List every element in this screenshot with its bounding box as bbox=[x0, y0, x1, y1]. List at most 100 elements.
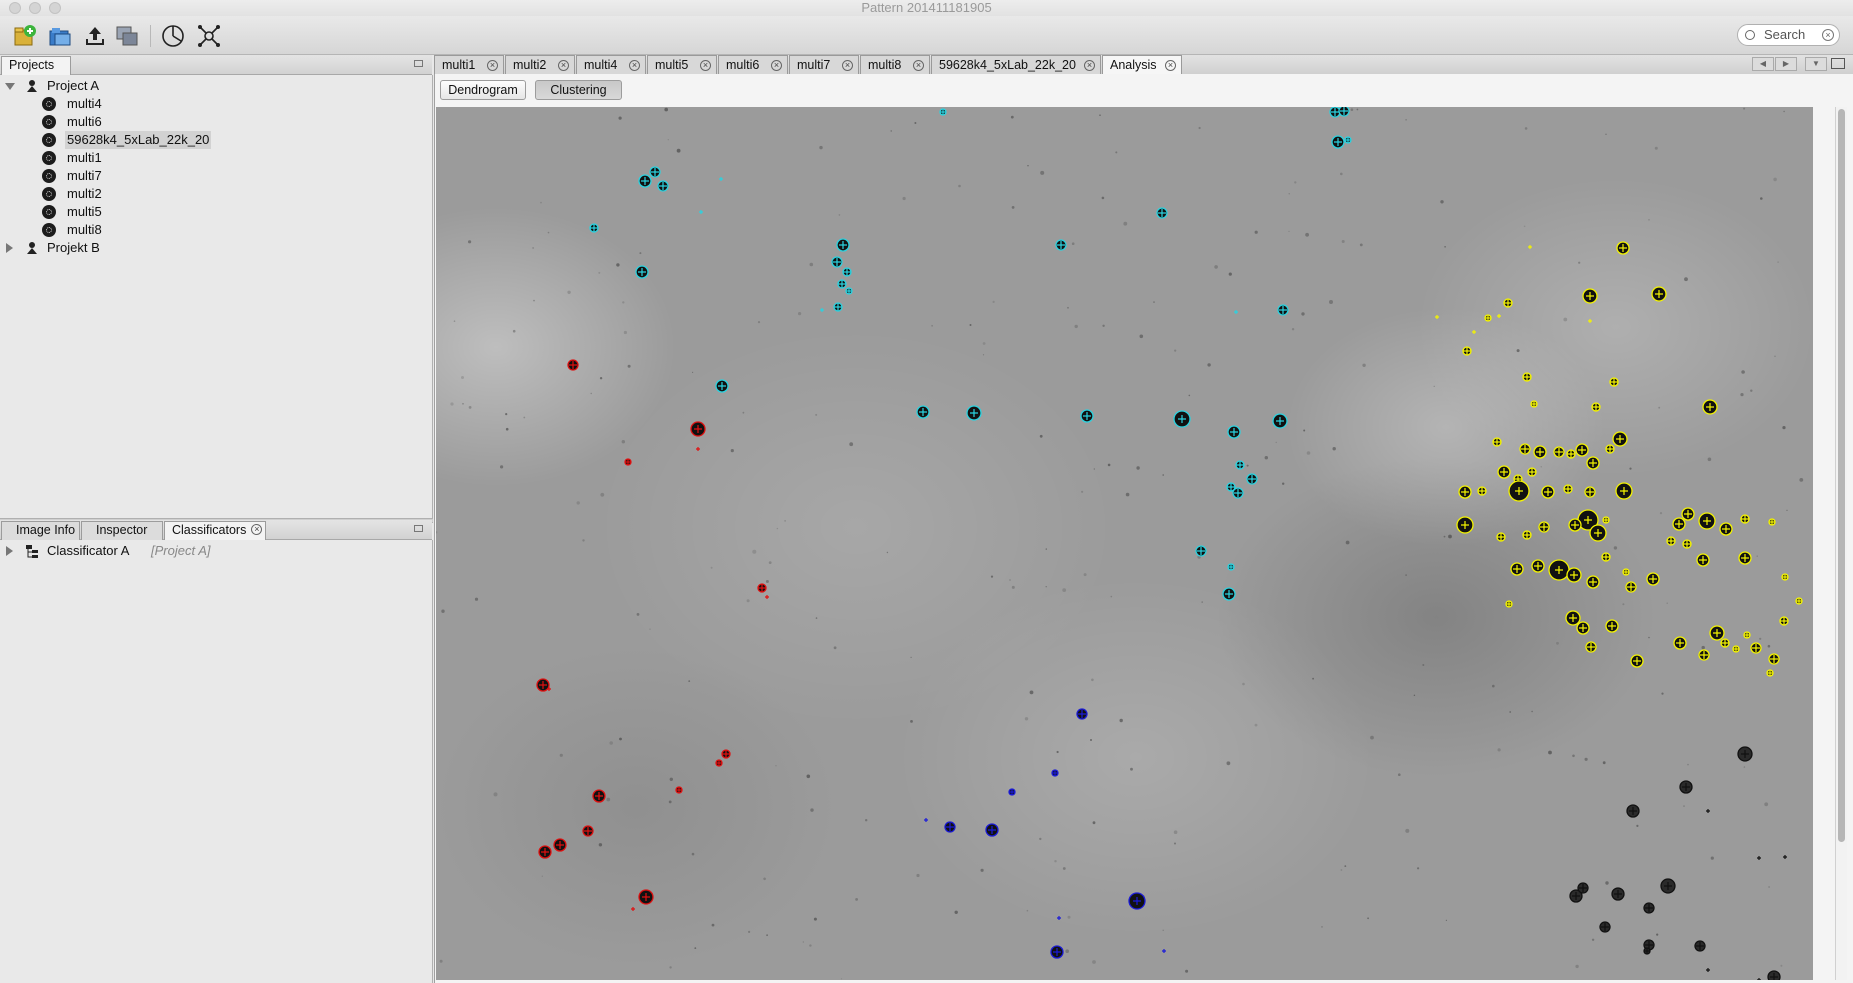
texture-speck bbox=[1226, 761, 1231, 766]
close-icon[interactable]: × bbox=[913, 60, 924, 71]
yellow-cluster-marker bbox=[1563, 484, 1573, 494]
tree-item-image[interactable]: multi2 bbox=[42, 185, 242, 203]
tree-item-image[interactable]: multi6 bbox=[42, 113, 242, 131]
tab-analysis[interactable]: Analysis × bbox=[1102, 55, 1182, 74]
tab-image-info[interactable]: Image Info bbox=[1, 521, 80, 540]
texture-speck bbox=[982, 342, 986, 345]
tab-scroll-right-icon[interactable]: ▶ bbox=[1775, 57, 1797, 71]
tab-image[interactable]: 59628k4_5xLab_22k_20 × bbox=[931, 55, 1101, 74]
tab-label: multi6 bbox=[726, 58, 760, 72]
clear-search-icon[interactable]: × bbox=[1822, 29, 1834, 41]
black-cluster-marker bbox=[1643, 902, 1655, 914]
texture-speck bbox=[598, 843, 603, 847]
texture-speck bbox=[1102, 324, 1105, 327]
yellow-cluster-marker bbox=[1497, 314, 1501, 318]
yellow-cluster-marker bbox=[1588, 319, 1592, 323]
image-bullet-icon bbox=[42, 187, 56, 201]
red-cluster-marker bbox=[624, 458, 632, 466]
close-icon[interactable]: × bbox=[1165, 60, 1176, 71]
texture-speck bbox=[798, 312, 802, 316]
dendrogram-button[interactable]: Dendrogram bbox=[440, 80, 526, 100]
texture-speck bbox=[1344, 865, 1347, 867]
texture-speck bbox=[1201, 601, 1203, 603]
tab-multi6[interactable]: multi6 × bbox=[718, 55, 788, 74]
close-icon[interactable]: × bbox=[771, 60, 782, 71]
texture-speck bbox=[1648, 219, 1650, 221]
tab-multi4[interactable]: multi4 × bbox=[576, 55, 646, 74]
tab-classificators[interactable]: Classificators × bbox=[164, 521, 266, 540]
search-field[interactable]: Search × bbox=[1737, 24, 1840, 46]
tab-projects[interactable]: Projects× bbox=[1, 56, 71, 88]
minimize-panel-icon[interactable] bbox=[414, 60, 423, 67]
maximize-editor-icon[interactable] bbox=[1831, 58, 1845, 69]
tree-item-image[interactable]: multi1 bbox=[42, 149, 242, 167]
close-icon[interactable]: × bbox=[558, 60, 569, 71]
yellow-cluster-marker bbox=[1605, 444, 1615, 454]
texture-speck bbox=[1556, 641, 1559, 645]
texture-speck bbox=[980, 868, 984, 872]
texture-speck bbox=[1405, 119, 1407, 121]
texture-speck bbox=[1509, 711, 1512, 713]
close-icon[interactable]: × bbox=[1084, 60, 1095, 71]
texture-speck bbox=[1083, 573, 1087, 577]
tab-multi2[interactable]: multi2 × bbox=[505, 55, 575, 74]
expanded-arrow-icon[interactable] bbox=[5, 83, 15, 90]
tab-multi1[interactable]: multi1 × bbox=[434, 55, 504, 74]
texture-speck bbox=[1622, 603, 1625, 606]
minimize-window-button[interactable] bbox=[29, 2, 41, 14]
texture-speck bbox=[916, 873, 920, 878]
yellow-cluster-marker bbox=[1698, 512, 1716, 530]
upload-icon[interactable] bbox=[82, 23, 108, 49]
close-icon[interactable]: × bbox=[842, 60, 853, 71]
copy-icon[interactable] bbox=[114, 23, 140, 49]
close-icon[interactable]: × bbox=[487, 60, 498, 71]
zoom-window-button[interactable] bbox=[49, 2, 61, 14]
close-icon[interactable]: × bbox=[251, 524, 263, 536]
tab-multi5[interactable]: multi5 × bbox=[647, 55, 717, 74]
tab-list-dropdown-icon[interactable]: ▼ bbox=[1805, 57, 1827, 71]
tree-item-image[interactable]: multi5 bbox=[42, 203, 242, 221]
tree-item-image[interactable]: multi8 bbox=[42, 221, 242, 239]
texture-speck bbox=[902, 196, 906, 201]
tab-scroll-left-icon[interactable]: ◀ bbox=[1752, 57, 1774, 71]
texture-speck bbox=[1759, 637, 1762, 640]
texture-speck bbox=[636, 613, 640, 616]
tree-item-image[interactable]: multi7 bbox=[42, 167, 242, 185]
texture-speck bbox=[474, 597, 479, 601]
texture-speck bbox=[1198, 126, 1201, 130]
texture-speck bbox=[763, 877, 766, 881]
collapsed-arrow-icon[interactable] bbox=[6, 546, 13, 556]
tab-multi7[interactable]: multi7 × bbox=[789, 55, 859, 74]
new-project-icon[interactable] bbox=[11, 23, 37, 49]
red-cluster-marker bbox=[538, 845, 552, 859]
texture-speck bbox=[505, 413, 508, 416]
texture-speck bbox=[1207, 363, 1211, 367]
yellow-cluster-marker bbox=[1601, 552, 1611, 562]
tree-item-image[interactable]: multi4 bbox=[42, 95, 242, 113]
tree-item-image-selected[interactable]: 59628k4_5xLab_22k_20 bbox=[42, 131, 242, 149]
pie-chart-icon[interactable] bbox=[160, 23, 186, 49]
close-icon[interactable]: × bbox=[629, 60, 640, 71]
texture-speck bbox=[1062, 867, 1066, 870]
vertical-scrollbar[interactable] bbox=[1835, 107, 1847, 980]
texture-speck bbox=[540, 201, 542, 204]
open-project-icon[interactable] bbox=[47, 23, 73, 49]
black-cluster-marker bbox=[1643, 947, 1651, 955]
network-icon[interactable] bbox=[196, 23, 222, 49]
yellow-cluster-marker bbox=[1779, 616, 1789, 626]
collapsed-arrow-icon[interactable] bbox=[6, 243, 13, 253]
scrollbar-thumb[interactable] bbox=[1838, 109, 1845, 842]
cyan-cluster-marker bbox=[1080, 409, 1094, 423]
close-window-button[interactable] bbox=[9, 2, 21, 14]
yellow-cluster-marker bbox=[1527, 467, 1537, 477]
texture-speck bbox=[1440, 200, 1444, 204]
texture-speck bbox=[1743, 766, 1746, 768]
tab-multi8[interactable]: multi8 × bbox=[860, 55, 930, 74]
tab-inspector[interactable]: Inspector bbox=[81, 521, 163, 540]
minimize-panel-icon[interactable] bbox=[414, 525, 423, 532]
black-cluster-marker bbox=[1611, 887, 1625, 901]
close-icon[interactable]: × bbox=[700, 60, 711, 71]
clustering-button[interactable]: Clustering bbox=[535, 80, 622, 100]
micrograph-image[interactable] bbox=[436, 107, 1813, 980]
black-cluster-marker bbox=[1757, 978, 1761, 980]
